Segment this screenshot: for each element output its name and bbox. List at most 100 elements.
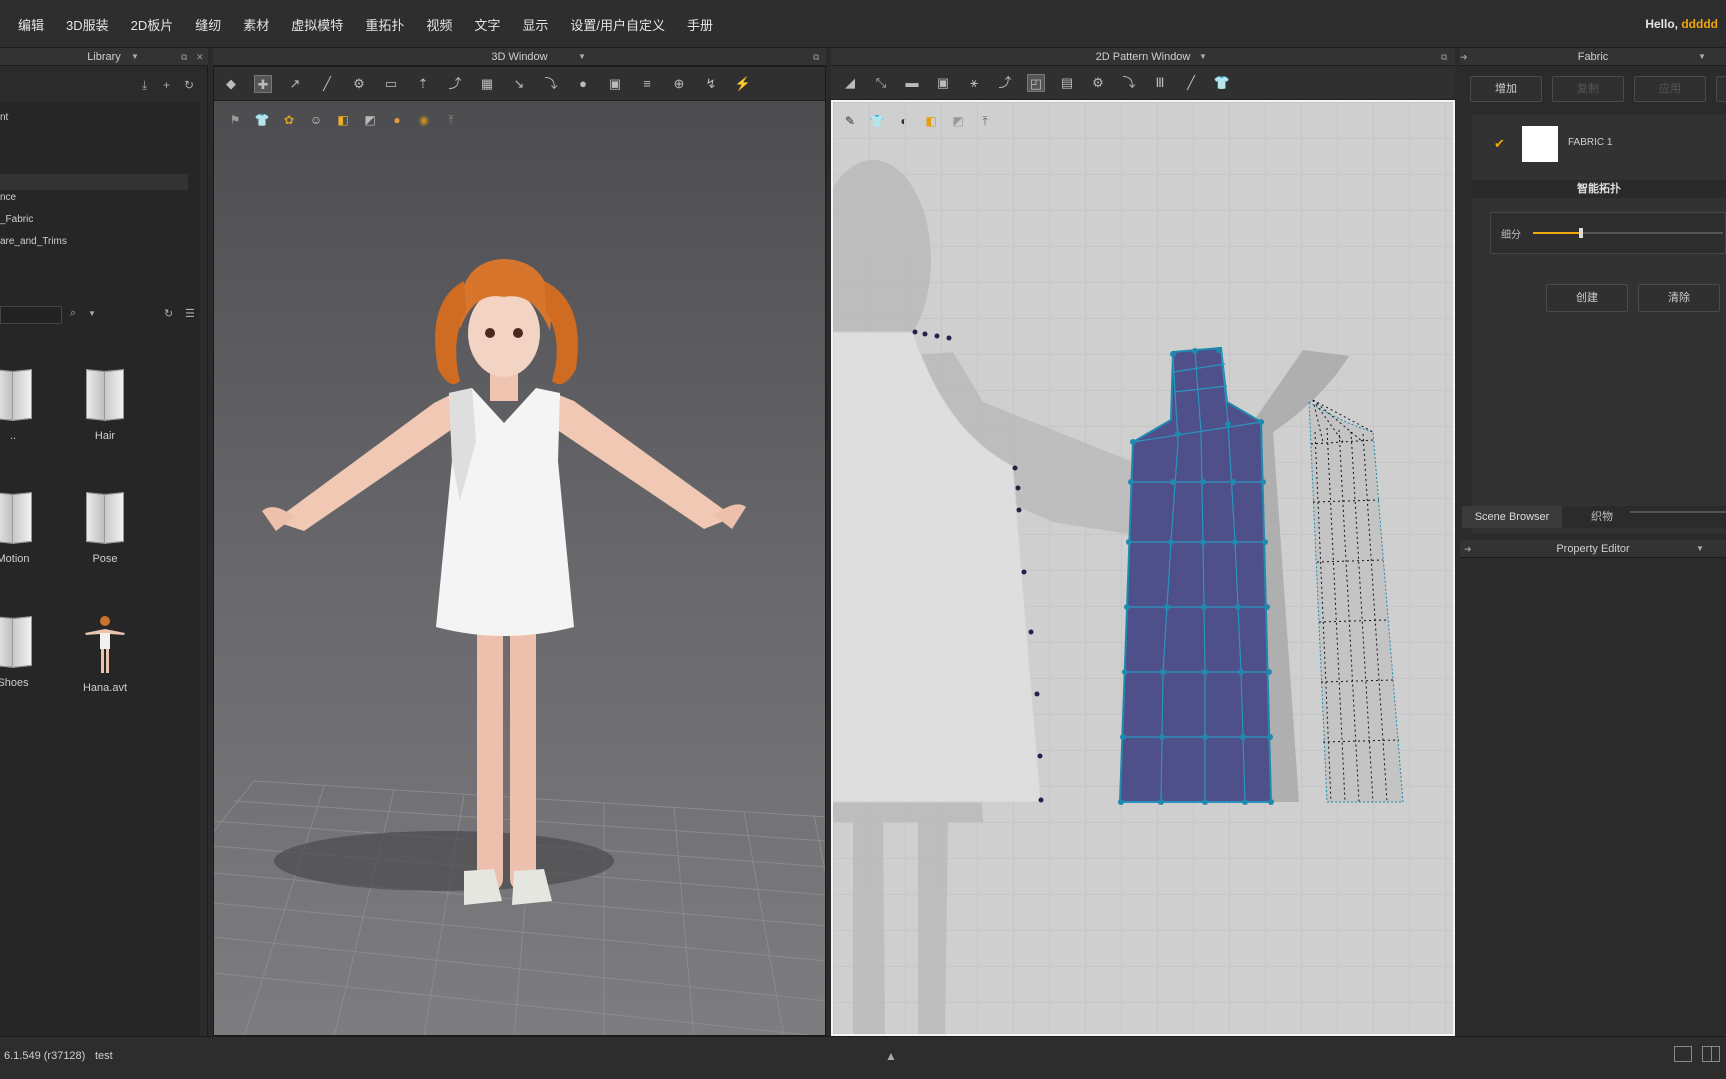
list-view-icon[interactable]: ☰: [185, 307, 195, 320]
menu-item[interactable]: 3D服装: [66, 15, 109, 34]
simulate-icon[interactable]: ⚡: [734, 75, 752, 93]
search-icon[interactable]: ⌕: [70, 307, 76, 320]
tree-item[interactable]: nt: [0, 112, 8, 123]
2d-toolbar: ◢ ⤡ ▬ ▣ ⚹ ⤴ ◰ ▤ ⚙ ⤵ Ⅲ ╱ 👕: [831, 66, 1455, 100]
fabric-menu-caret-icon[interactable]: ▼: [1698, 48, 1706, 66]
pin-icon[interactable]: ⤴: [446, 75, 464, 93]
folder-icon: [86, 491, 124, 545]
draw-line-icon[interactable]: ╱: [318, 75, 336, 93]
window2d-float-icon[interactable]: ⧉: [1441, 48, 1447, 66]
internal-shape-icon[interactable]: ▣: [934, 74, 952, 92]
3d-window[interactable]: ◆ ✚ ↗ ╱ ⚙ ▭ ⇡ ⤴ ▦ ↘ ⤵ ● ▣ ≡ ⊕ ↯ ⚡ ⚑ 👕 ✿ ☺ ◧ ◩ ● ◉ ⤒: [213, 66, 826, 1036]
library-search-bar: ⌕ ▼ ↻ ☰: [0, 304, 205, 326]
retopo-select-icon[interactable]: ◰: [1027, 74, 1045, 92]
2d-pattern-window[interactable]: ◢ ⤡ ▬ ▣ ⚹ ⤴ ◰ ▤ ⚙ ⤵ Ⅲ ╱ 👕 ✎ 👕 ◐ ◧ ◩ ⤒: [831, 66, 1455, 1036]
menu-item[interactable]: 缝纫: [195, 15, 221, 34]
3d-viewport[interactable]: [214, 101, 826, 1036]
menu-item[interactable]: 编辑: [18, 15, 44, 34]
fold-line-icon[interactable]: ⤴: [996, 74, 1014, 92]
library-item-label: Hana.avt: [82, 682, 128, 694]
edit-line-icon[interactable]: ↗: [286, 75, 304, 93]
library-float-icon[interactable]: ⧉: [181, 48, 187, 66]
check-icon[interactable]: ✔: [1494, 136, 1505, 152]
create-button[interactable]: 创建: [1546, 284, 1628, 312]
library-item-hair[interactable]: Hair: [65, 368, 145, 442]
menu-item[interactable]: 显示: [522, 15, 548, 34]
tab-fabric[interactable]: 织物: [1572, 506, 1632, 528]
free-sew-icon[interactable]: ⤵: [1120, 74, 1138, 92]
fabric-more-button[interactable]: [1716, 76, 1726, 102]
trace-icon[interactable]: ╱: [1182, 74, 1200, 92]
2d-pattern-canvas[interactable]: ✎ 👕 ◐ ◧ ◩ ⤒: [831, 100, 1455, 1036]
select-mesh-icon[interactable]: ◆: [222, 75, 240, 93]
transform-icon[interactable]: ✚: [254, 75, 272, 93]
segment-icon[interactable]: ▤: [1058, 74, 1076, 92]
folder-icon: [0, 491, 32, 545]
transform-pattern-icon[interactable]: ◢: [841, 74, 859, 92]
tree-item[interactable]: are_and_Trims: [0, 236, 67, 247]
library-menu-caret-icon[interactable]: ▼: [131, 48, 139, 66]
measure-icon[interactable]: ⊕: [670, 75, 688, 93]
library-item-parent[interactable]: ..: [0, 368, 53, 442]
property-dock-icon[interactable]: ➜: [1464, 540, 1472, 558]
garment-icon[interactable]: 👕: [1213, 74, 1231, 92]
window3d-float-icon[interactable]: ⧉: [813, 48, 819, 66]
menu-item[interactable]: 2D板片: [131, 15, 174, 34]
box-icon[interactable]: ▭: [382, 75, 400, 93]
menu-item[interactable]: 文字: [474, 15, 500, 34]
subdivide-slider-handle[interactable]: [1578, 228, 1583, 238]
copy-fabric-button[interactable]: 复制: [1552, 76, 1624, 102]
fabric-list-item[interactable]: ✔ FABRIC 1: [1472, 122, 1726, 168]
lift-icon[interactable]: ⇡: [414, 75, 432, 93]
split-view-icon[interactable]: [1702, 1046, 1720, 1062]
menu-item[interactable]: 素材: [243, 15, 269, 34]
greeting-prefix: Hello,: [1645, 17, 1678, 31]
grid-icon[interactable]: ▦: [478, 75, 496, 93]
window2d-menu-caret-icon[interactable]: ▼: [1199, 48, 1207, 66]
menu-item[interactable]: 视频: [426, 15, 452, 34]
subdivide-slider[interactable]: [1533, 228, 1723, 238]
single-view-icon[interactable]: [1674, 1046, 1692, 1062]
refresh-icon[interactable]: ↻: [184, 78, 194, 92]
menu-item[interactable]: 设置/用户自定义: [570, 15, 665, 34]
tree-item[interactable]: _Fabric: [0, 214, 33, 225]
add-icon[interactable]: +: [163, 78, 170, 92]
expand-up-icon[interactable]: ▲: [885, 1049, 897, 1063]
library-item-label: Shoes: [0, 677, 29, 689]
user-name[interactable]: ddddd: [1681, 17, 1718, 31]
add-fabric-button[interactable]: 增加: [1470, 76, 1542, 102]
apply-fabric-button[interactable]: 应用: [1634, 76, 1706, 102]
rectangle-icon[interactable]: ▬: [903, 74, 921, 92]
pattern-drawing[interactable]: [833, 102, 1453, 1034]
library-close-icon[interactable]: ✕: [196, 48, 204, 66]
grain-icon[interactable]: Ⅲ: [1151, 74, 1169, 92]
point-icon[interactable]: ●: [574, 75, 592, 93]
snap-icon[interactable]: ↯: [702, 75, 720, 93]
fold-icon[interactable]: ⚙: [350, 75, 368, 93]
library-item-motion[interactable]: Motion: [0, 491, 53, 565]
window3d-menu-caret-icon[interactable]: ▼: [578, 48, 586, 66]
fabric-dock-icon[interactable]: ➜: [1460, 48, 1468, 66]
tuck-icon[interactable]: ⤵: [542, 75, 560, 93]
edit-point-icon[interactable]: ⤡: [872, 74, 890, 92]
layer-icon[interactable]: ≡: [638, 75, 656, 93]
dart-icon[interactable]: ⚹: [965, 74, 983, 92]
download-icon[interactable]: ⤓: [142, 78, 147, 93]
search-dropdown-caret-icon[interactable]: ▼: [88, 309, 96, 318]
sewing-icon[interactable]: ⚙: [1089, 74, 1107, 92]
menu-item[interactable]: 手册: [687, 15, 713, 34]
property-menu-caret-icon[interactable]: ▼: [1696, 540, 1704, 558]
library-refresh-icon[interactable]: ↻: [164, 307, 173, 320]
library-item-pose[interactable]: Pose: [65, 491, 145, 565]
library-search-input[interactable]: [0, 306, 62, 324]
menu-item[interactable]: 虚拟模特: [291, 15, 343, 34]
sew-icon[interactable]: ↘: [510, 75, 528, 93]
stitch-icon[interactable]: ▣: [606, 75, 624, 93]
menu-item[interactable]: 重拓扑: [365, 15, 404, 34]
library-item-hana-avatar[interactable]: Hana.avt: [65, 613, 145, 694]
library-item-shoes[interactable]: Shoes: [0, 615, 53, 689]
tab-scene-browser[interactable]: Scene Browser: [1462, 506, 1562, 528]
clear-button[interactable]: 清除: [1638, 284, 1720, 312]
project-name: test: [95, 1050, 113, 1062]
tree-item[interactable]: nce: [0, 192, 16, 203]
